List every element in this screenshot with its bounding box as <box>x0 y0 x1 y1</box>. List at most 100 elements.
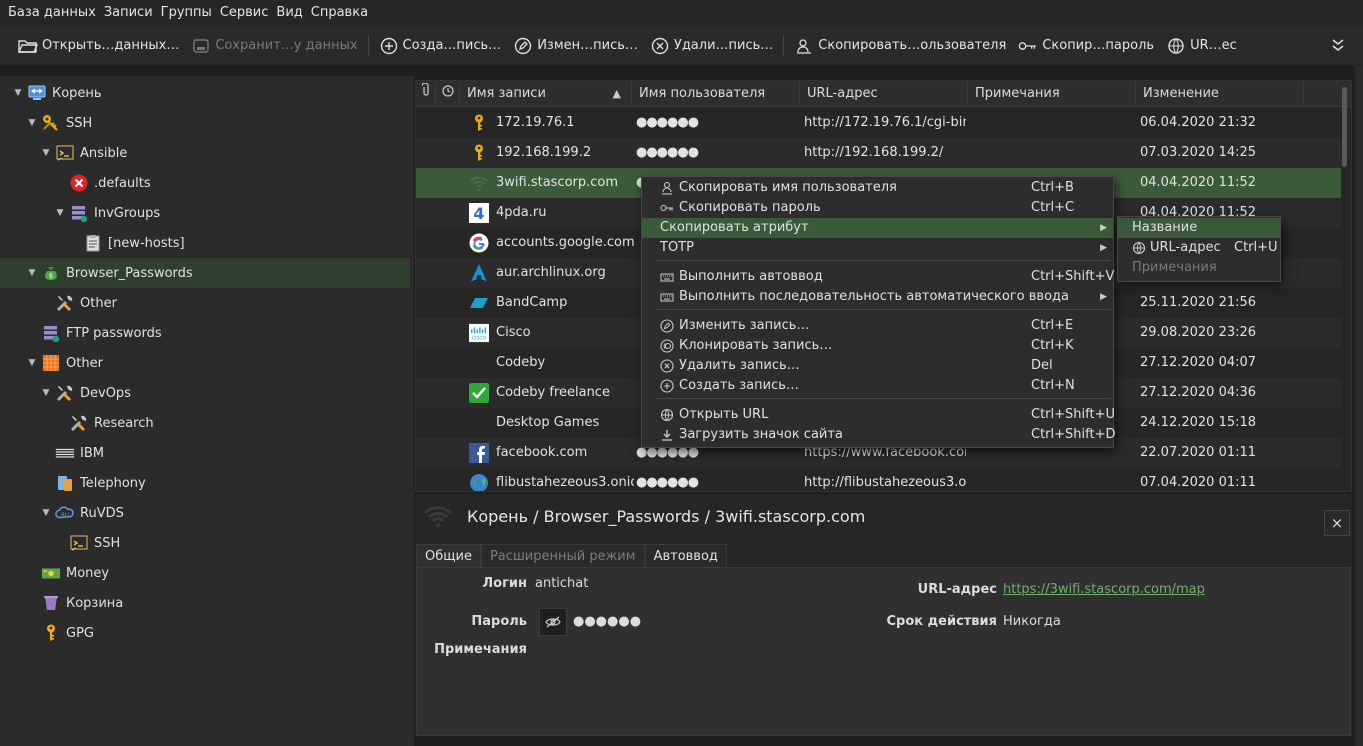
delete-entry-button[interactable]: Удали…пись… <box>644 31 779 61</box>
copy-password-menuitem[interactable]: Скопировать пароль Ctrl+C <box>642 198 1113 218</box>
autotype-sequence-menuitem[interactable]: Выполнить последовательность автоматичес… <box>642 287 1113 307</box>
tree-item-label: Money <box>66 565 110 581</box>
delete-circle-icon <box>650 37 670 54</box>
tree-item[interactable]: .defaults <box>0 168 410 198</box>
menu-help[interactable]: Справка <box>307 0 372 26</box>
create-entry-menuitem[interactable]: Создать запись… Ctrl+N <box>642 376 1113 396</box>
save-database-button[interactable]: Сохранит…у данных <box>185 31 363 61</box>
tree-item[interactable]: Money <box>0 558 410 588</box>
clone-entry-menuitem[interactable]: Клонировать запись… Ctrl+K <box>642 336 1113 356</box>
menu-groups[interactable]: Группы <box>157 0 216 26</box>
menuitem-shortcut: Ctrl+Shift+D <box>1031 427 1116 442</box>
tree-item[interactable]: [new-hosts] <box>0 228 410 258</box>
tree-item[interactable]: IBM <box>0 438 410 468</box>
tree-item-label: RuVDS <box>80 505 124 521</box>
svg-text:4: 4 <box>473 204 484 223</box>
tree-item[interactable]: ▼ $ Browser_Passwords <box>0 258 410 288</box>
attachment-column-header[interactable] <box>416 81 436 107</box>
tree-item-label: DevOps <box>80 385 131 401</box>
menu-tools[interactable]: Сервис <box>216 0 273 26</box>
copy-url-menuitem[interactable]: URL-адрес Ctrl+U <box>1118 238 1280 258</box>
tree-item[interactable]: Other <box>0 288 410 318</box>
tree-item[interactable]: SSH <box>0 528 410 558</box>
expand-arrow-icon[interactable]: ▼ <box>12 87 24 99</box>
menu-database[interactable]: База данных <box>4 0 100 26</box>
table-row[interactable]: 192.168.199.2 ●●●●●● http://192.168.199.2/… <box>416 138 1341 168</box>
delete-entry-menuitem[interactable]: Удалить запись… Del <box>642 356 1113 376</box>
tree-item[interactable]: ▼ InvGroups <box>0 198 410 228</box>
right-edge-strip <box>1355 66 1363 746</box>
tree-item[interactable]: FTP passwords <box>0 318 410 348</box>
tab-advanced[interactable]: Расширенный режим <box>480 544 645 568</box>
url-cell: http://172.19.76.1/cgi-bin/… <box>804 115 966 130</box>
open-url-menuitem[interactable]: Открыть URL Ctrl+Shift+U <box>642 405 1115 425</box>
expand-arrow-icon[interactable]: ▼ <box>40 387 52 399</box>
expand-arrow-icon[interactable]: ▼ <box>54 207 66 219</box>
copy-title-menuitem[interactable]: Название <box>1118 218 1280 238</box>
copy-notes-menuitem[interactable]: Примечания <box>1118 258 1280 278</box>
tree-item[interactable]: ▼ SSH <box>0 108 410 138</box>
tree-item[interactable]: ▼ Корень <box>0 78 410 108</box>
totp-menuitem[interactable]: TOTP ▶ <box>642 238 1113 258</box>
clone-circle-icon <box>660 339 674 353</box>
expand-arrow-icon[interactable]: ▼ <box>40 147 52 159</box>
menuitem-shortcut: Ctrl+E <box>1031 318 1074 333</box>
download-favicon-menuitem[interactable]: Загрузить значок сайта Ctrl+Shift+D <box>642 425 1116 445</box>
tab-autotype[interactable]: Автоввод <box>644 544 727 568</box>
tree-item[interactable]: Research <box>0 408 410 438</box>
table-row[interactable]: flibustahezeous3.onion ●●●●●● http://flibu… <box>416 468 1341 491</box>
tree-item[interactable]: ▼ DevOps <box>0 378 410 408</box>
copy-username-label: Скопировать…ользователя <box>818 38 1007 53</box>
open-url-button[interactable]: UR…ес <box>1160 31 1243 61</box>
url-link[interactable]: https://3wifi.stascorp.com/map <box>1003 582 1205 597</box>
column-header-title[interactable]: Имя записи ▲ <box>460 81 632 107</box>
tab-general[interactable]: Общие <box>416 544 481 568</box>
expand-arrow-icon[interactable]: ▼ <box>26 267 38 279</box>
menuitem-label: Выполнить последовательность автоматичес… <box>679 289 1069 304</box>
expiry-column-header[interactable] <box>436 81 460 107</box>
menu-view[interactable]: Вид <box>272 0 306 26</box>
tree-item[interactable]: ▼ Ansible <box>0 138 410 168</box>
create-entry-button[interactable]: Созда…пись… <box>373 31 508 61</box>
toggle-password-visibility-button[interactable] <box>539 608 567 636</box>
menuitem-label: Выполнить автоввод <box>679 269 823 284</box>
copy-attribute-menuitem[interactable]: Скопировать атрибут ▶ <box>642 218 1113 238</box>
copy-username-menuitem[interactable]: Скопировать имя пользователя Ctrl+B <box>642 178 1113 198</box>
expand-arrow-icon[interactable]: ▼ <box>26 117 38 129</box>
autotype-menuitem[interactable]: Выполнить автоввод Ctrl+Shift+V <box>642 267 1114 287</box>
copy-password-button[interactable]: Скопир…пароль <box>1012 31 1160 61</box>
table-row[interactable]: 172.19.76.1 ●●●●●● http://172.19.76.1/cgi-… <box>416 108 1341 138</box>
copy-username-button[interactable]: Скопировать…ользователя <box>788 31 1012 61</box>
edit-entry-menuitem[interactable]: Изменить запись… Ctrl+E <box>642 316 1113 336</box>
globe-small-icon <box>660 408 674 422</box>
chevron-double-down-icon[interactable] <box>1329 36 1347 54</box>
column-header-url[interactable]: URL-адрес <box>800 81 968 107</box>
edit-entry-label: Измен…пись… <box>537 38 638 53</box>
vertical-scrollbar[interactable] <box>1342 87 1347 167</box>
server-stack-icon <box>40 322 62 344</box>
tree-item[interactable]: ▼ Other <box>0 348 410 378</box>
expand-arrow-icon[interactable]: ▼ <box>26 357 38 369</box>
globe-icon <box>468 472 490 491</box>
modified-cell: 29.08.2020 23:26 <box>1140 325 1257 340</box>
menuitem-label: Скопировать имя пользователя <box>679 180 897 195</box>
banknote-icon <box>40 562 62 584</box>
edit-entry-button[interactable]: Измен…пись… <box>507 31 644 61</box>
column-header-username[interactable]: Имя пользователя <box>632 81 800 107</box>
modified-cell: 27.12.2020 04:07 <box>1140 355 1257 370</box>
username-cell: ●●●●●● <box>636 475 699 490</box>
tools-icon <box>54 292 76 314</box>
tree-item[interactable]: Корзина <box>0 588 410 618</box>
tree-item[interactable]: GPG <box>0 618 410 648</box>
close-details-button[interactable]: × <box>1324 510 1350 536</box>
column-header-notes[interactable]: Примечания <box>968 81 1136 107</box>
column-header-modified[interactable]: Изменение <box>1136 81 1304 107</box>
open-database-button[interactable]: Открыть…данных… <box>12 31 185 61</box>
menu-entries[interactable]: Записи <box>100 0 157 26</box>
tree-item[interactable]: ▼ RU RuVDS <box>0 498 410 528</box>
expand-arrow-icon[interactable]: ▼ <box>40 507 52 519</box>
tree-item[interactable]: Telephony <box>0 468 410 498</box>
